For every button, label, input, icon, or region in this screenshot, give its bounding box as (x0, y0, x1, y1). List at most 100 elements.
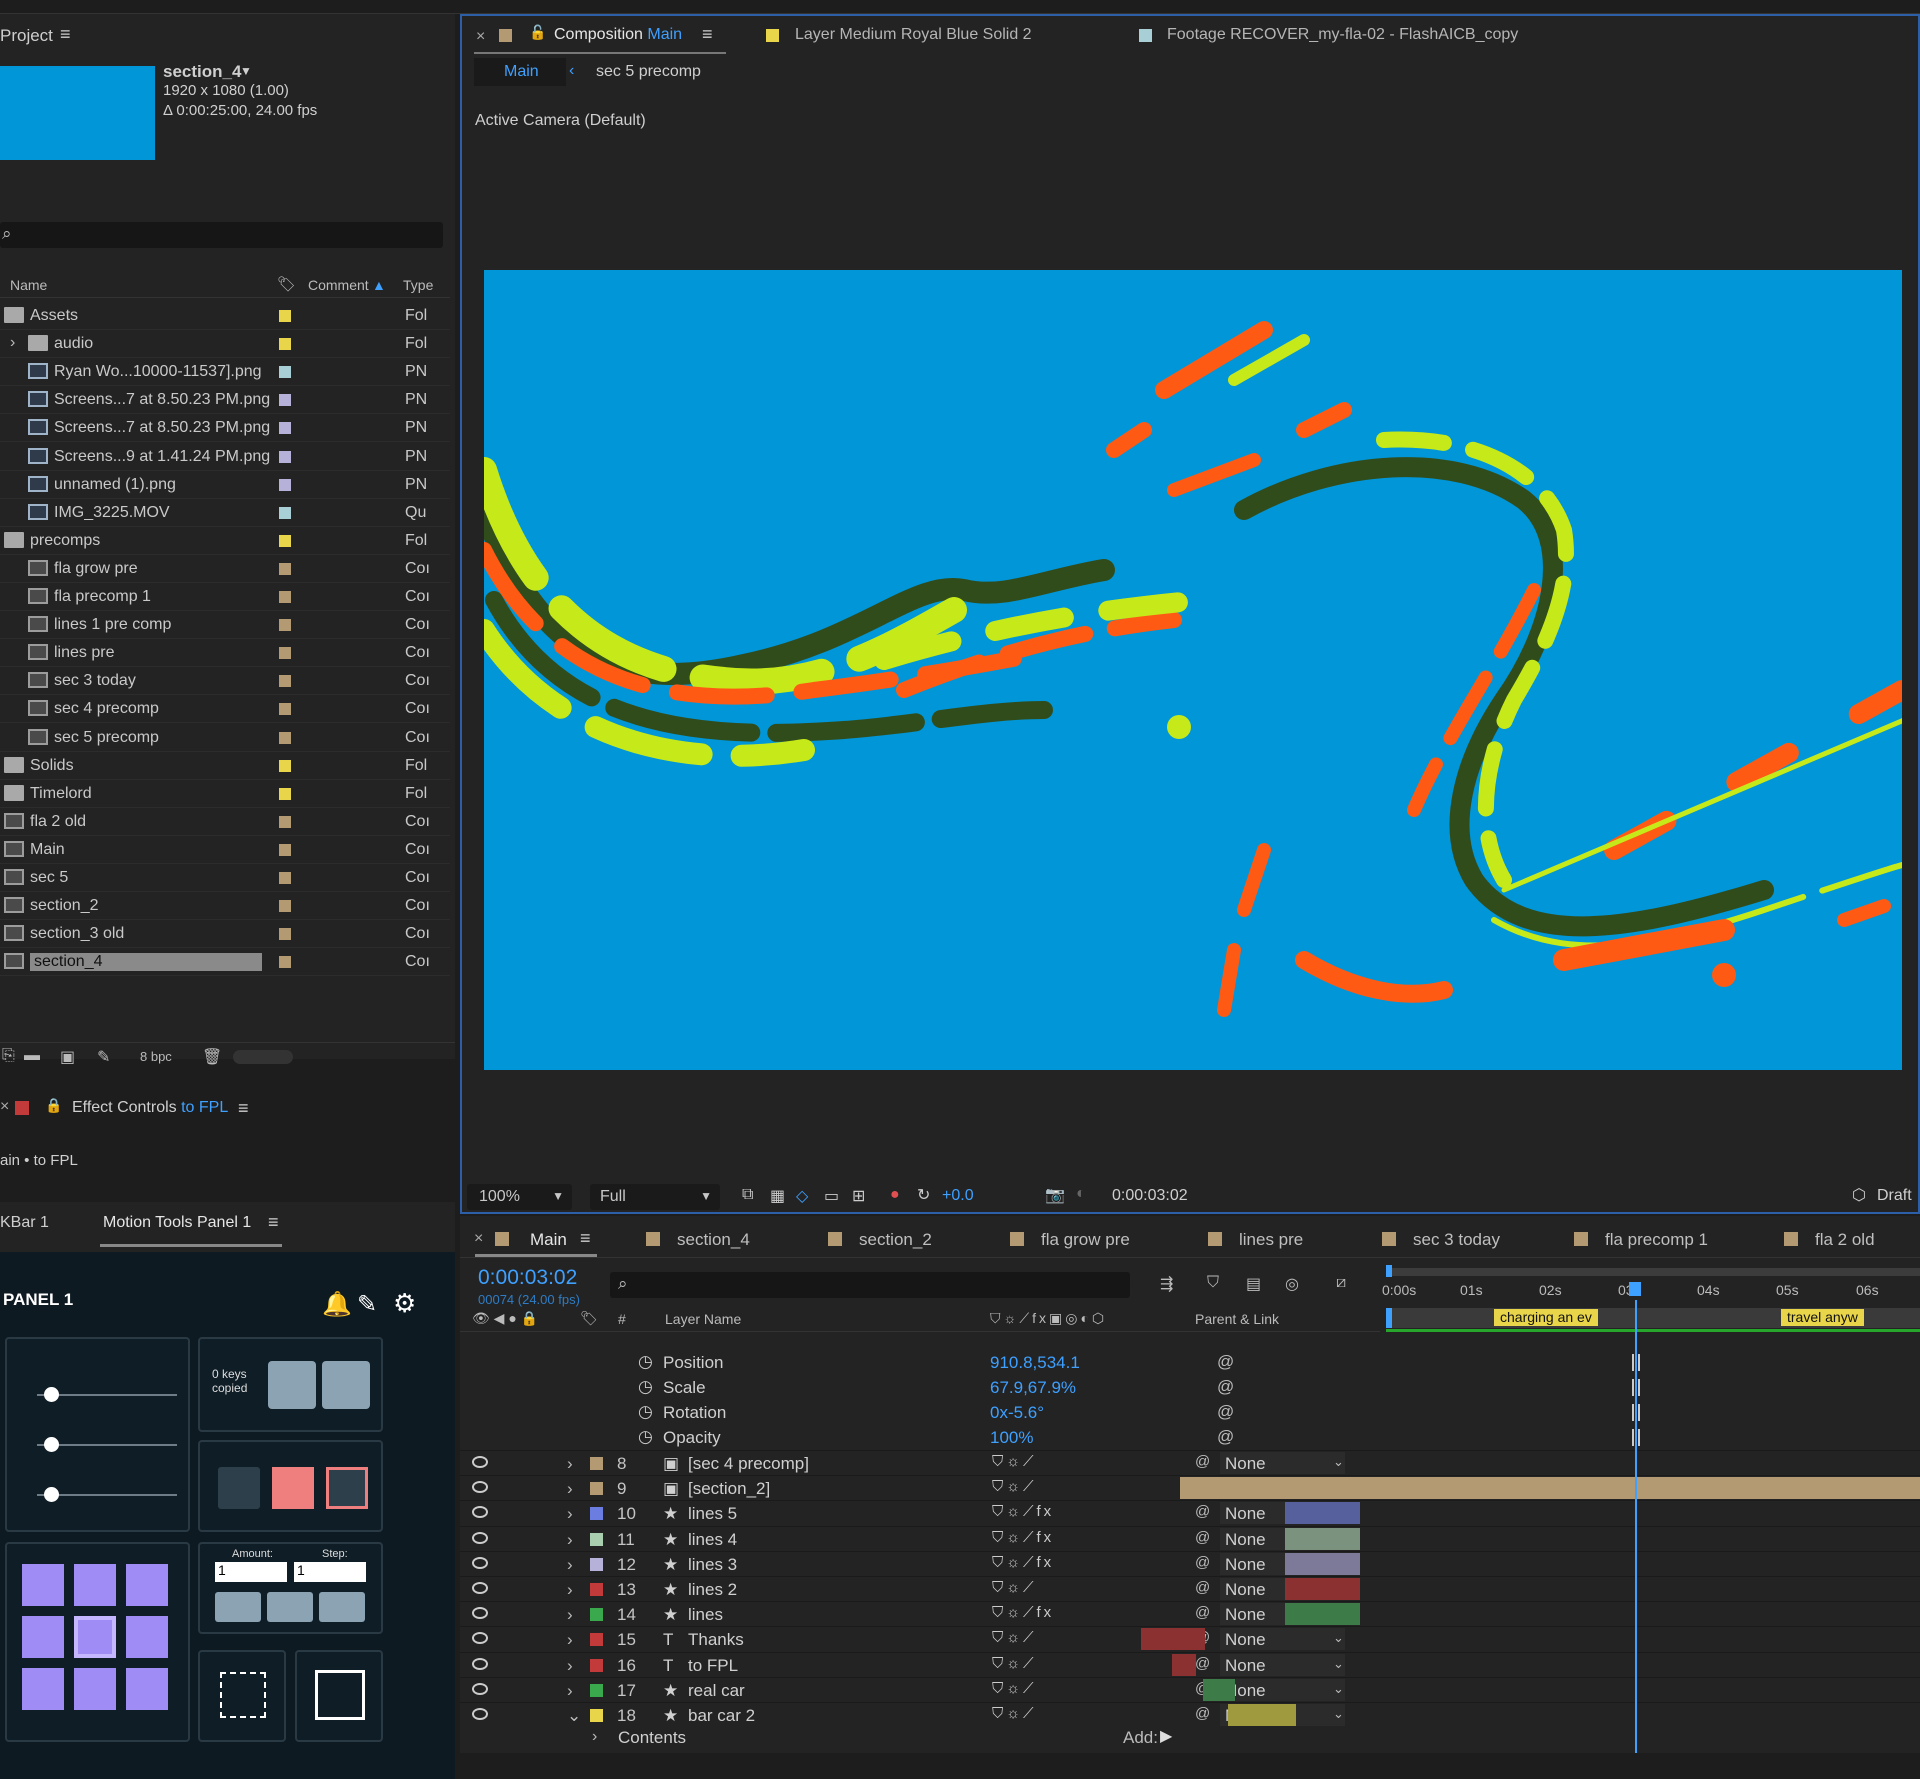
layer-name[interactable]: lines 2 (688, 1580, 737, 1600)
property-value[interactable]: 910.8,534.1 (990, 1353, 1080, 1373)
visibility-eye-icon[interactable] (472, 1481, 488, 1494)
lock-icon[interactable]: 🔒 (45, 1097, 62, 1114)
anchor-center[interactable] (74, 1616, 116, 1658)
twirl-arrow-icon[interactable]: › (567, 1555, 573, 1575)
motion-blur-icon[interactable]: ◎ (1285, 1274, 1299, 1294)
layer-row[interactable]: › 14 ★ lines ⛉☼⟋fx @ None ⌄ (460, 1601, 1920, 1626)
label-color[interactable] (279, 647, 291, 660)
layer-label-color[interactable] (590, 1658, 603, 1672)
project-item[interactable]: lines 1 pre comp Coı (0, 611, 450, 640)
panel-menu-icon[interactable]: ≡ (580, 1228, 591, 1249)
layer-name[interactable]: Thanks (688, 1630, 744, 1650)
twirl-arrow-icon[interactable]: › (567, 1681, 573, 1701)
layer-switches[interactable]: ⛉☼⟋ (992, 1453, 1037, 1470)
project-item[interactable]: Screens...7 at 8.50.23 PM.png PN (0, 414, 450, 443)
project-item[interactable]: Screens...7 at 8.50.23 PM.png PN (0, 386, 450, 415)
label-color[interactable] (279, 366, 291, 379)
label-color[interactable] (279, 534, 291, 547)
col-layer-name[interactable]: Layer Name (665, 1311, 741, 1327)
project-item[interactable]: precomps Fol (0, 527, 450, 555)
label-color[interactable] (279, 731, 291, 744)
layer-switches[interactable]: ⛉☼⟋ (992, 1705, 1037, 1722)
layer-label-color[interactable] (590, 1683, 603, 1697)
tab-composition-main[interactable]: Composition Main (554, 26, 682, 44)
copy-keys-button[interactable] (268, 1361, 316, 1409)
layer-duration-bar[interactable] (1285, 1502, 1360, 1525)
stopwatch-icon[interactable]: ◷ (638, 1352, 653, 1372)
stopwatch-icon[interactable]: ◷ (638, 1377, 653, 1397)
align-center-button[interactable] (267, 1592, 313, 1622)
sort-asc-icon[interactable]: ▲ (372, 277, 386, 293)
visibility-eye-icon[interactable] (472, 1531, 488, 1544)
tab-layer[interactable]: Layer Medium Royal Blue Solid 2 (795, 26, 1032, 44)
chevron-down-icon[interactable]: ▼ (240, 64, 252, 78)
project-item[interactable]: sec 3 today Coı (0, 667, 450, 696)
label-color[interactable] (279, 759, 291, 772)
layer-row[interactable]: › 17 ★ real car ⛉☼⟋ @ None ⌄ (460, 1676, 1920, 1702)
layer-duration-bar[interactable] (1285, 1578, 1360, 1600)
layer-duration-bar[interactable] (1228, 1704, 1296, 1726)
lock-icon[interactable]: 🔓 (529, 24, 546, 41)
renderer-cube-icon[interactable]: ⬡ (1852, 1185, 1866, 1205)
layer-name[interactable]: [sec 4 precomp] (688, 1454, 809, 1474)
project-item[interactable]: Assets Fol (0, 302, 450, 330)
layer-label-color[interactable] (590, 1532, 603, 1546)
contents-label[interactable]: Contents (618, 1728, 686, 1748)
timeline-tab-fla2-old[interactable]: fla 2 old (1815, 1230, 1875, 1250)
stroke-shape-button[interactable] (326, 1467, 368, 1509)
mask-path-icon[interactable]: ◇ (796, 1186, 808, 1206)
label-color[interactable] (279, 956, 291, 969)
visibility-eye-icon[interactable] (472, 1506, 488, 1519)
close-icon[interactable]: × (0, 1098, 9, 1116)
layer-row[interactable]: › 12 ★ lines 3 ⛉☼⟋fx @ None ⌄ (460, 1550, 1920, 1576)
path-tool-button[interactable] (218, 1467, 260, 1509)
interpret-footage-icon[interactable]: ⎘ (2, 1047, 15, 1065)
label-color[interactable] (279, 478, 291, 491)
pencil-icon[interactable]: ✎ (357, 1290, 377, 1319)
visibility-eye-icon[interactable] (472, 1607, 488, 1620)
av-switches-icon[interactable]: 👁 ◀ ● 🔒 (472, 1310, 538, 1327)
panel-menu-icon[interactable]: ≡ (268, 1212, 279, 1233)
layer-duration-bar[interactable] (1180, 1477, 1920, 1500)
layer-row[interactable]: › 10 ★ lines 5 ⛉☼⟋fx @ None ⌄ (460, 1500, 1920, 1525)
label-color[interactable] (279, 815, 291, 828)
layer-switches[interactable]: ⛉☼⟋ (992, 1478, 1037, 1495)
visibility-eye-icon[interactable] (472, 1708, 488, 1720)
twirl-arrow-icon[interactable]: › (567, 1504, 573, 1524)
effect-controls-title[interactable]: Effect Controls to FPL (72, 1099, 228, 1117)
layer-switches[interactable]: ⛉☼⟋ (992, 1579, 1037, 1596)
label-icon[interactable]: 🏷 (277, 275, 296, 293)
layer-duration-bar[interactable] (1285, 1603, 1360, 1626)
layer-name[interactable]: lines 5 (688, 1504, 737, 1524)
render-icon[interactable]: ✎ (97, 1047, 110, 1067)
visibility-eye-icon[interactable] (472, 1632, 488, 1645)
region-of-interest-icon[interactable]: ▭ (824, 1186, 839, 1206)
panel-menu-icon[interactable]: ≡ (60, 24, 71, 45)
timeline-tab-sec3-today[interactable]: sec 3 today (1413, 1230, 1500, 1250)
label-color[interactable] (279, 787, 291, 800)
project-item[interactable]: sec 5 Coı (0, 864, 450, 892)
twirl-arrow-icon[interactable]: › (567, 1605, 573, 1625)
property-value[interactable]: 0x-5.6° (990, 1403, 1044, 1423)
channel-icon[interactable]: ● (890, 1186, 900, 1204)
layer-switches[interactable]: ⛉☼⟋fx (992, 1529, 1054, 1546)
expression-spiral-icon[interactable]: @ (1217, 1377, 1234, 1397)
stopwatch-icon[interactable]: ◷ (638, 1402, 653, 1422)
stopwatch-icon[interactable]: ◷ (638, 1427, 653, 1447)
anchor-top-left[interactable] (22, 1564, 64, 1606)
amount-input[interactable]: 1 (215, 1562, 287, 1582)
column-name[interactable]: Name (10, 277, 47, 293)
grid-guides-icon[interactable]: ⊞ (852, 1186, 865, 1206)
visibility-eye-icon[interactable] (472, 1682, 488, 1695)
timeline-tab-main[interactable]: Main (530, 1230, 567, 1250)
layer-row[interactable]: › 16 T to FPL ⛉☼⟋ @ None ⌄ (460, 1651, 1920, 1677)
layer-switches[interactable]: ⛉☼⟋fx (992, 1554, 1054, 1571)
layer-duration-bar[interactable] (1141, 1628, 1205, 1651)
column-comment[interactable]: Comment (308, 277, 369, 293)
layer-row[interactable]: › 8 ▣ [sec 4 precomp] ⛉☼⟋ @ None ⌄ (460, 1450, 1920, 1475)
new-folder-icon[interactable]: ▬ (24, 1047, 40, 1065)
time-ruler[interactable]: 0:00s 01s 02s 03s 04s 05s 06s (1382, 1262, 1920, 1302)
label-icon[interactable]: 🏷 (580, 1310, 598, 1327)
bpc-badge[interactable]: 8 bpc (140, 1049, 172, 1064)
twirl-arrow-icon[interactable]: › (567, 1656, 573, 1676)
